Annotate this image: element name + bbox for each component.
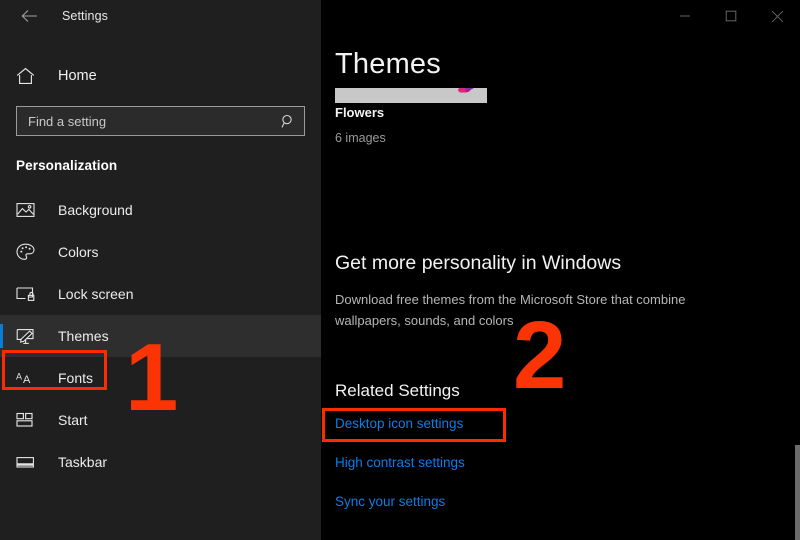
sidebar-item-background[interactable]: Background xyxy=(0,189,321,231)
minimize-icon[interactable] xyxy=(662,0,708,32)
picture-icon xyxy=(16,202,42,218)
window-controls xyxy=(662,0,800,32)
sidebar-item-home[interactable]: Home xyxy=(0,56,321,96)
sidebar-section-title: Personalization xyxy=(16,158,118,173)
search-input[interactable] xyxy=(28,113,281,129)
sidebar-item-label: Colors xyxy=(58,244,99,260)
themes-brush-icon xyxy=(16,328,42,345)
page-title: Themes xyxy=(335,48,441,80)
taskbar-icon xyxy=(16,455,42,470)
current-theme-count: 6 images xyxy=(335,131,386,145)
sidebar-item-lock-screen[interactable]: Lock screen xyxy=(0,273,321,315)
main-content: Themes Flowers 6 images Get more persona… xyxy=(321,0,800,540)
start-tiles-icon xyxy=(16,412,42,428)
flower-graphic xyxy=(458,88,474,93)
sidebar: Settings Home Personalization xyxy=(0,0,321,540)
maximize-icon[interactable] xyxy=(708,0,754,32)
sidebar-item-label: Fonts xyxy=(58,370,94,386)
home-icon xyxy=(16,67,42,85)
current-theme-name: Flowers xyxy=(335,105,385,120)
sidebar-item-themes[interactable]: Themes xyxy=(0,315,321,357)
sidebar-item-colors[interactable]: Colors xyxy=(0,231,321,273)
sidebar-item-label: Themes xyxy=(58,328,109,344)
svg-text:A: A xyxy=(23,374,31,386)
settings-window: Settings Home Personalization xyxy=(0,0,800,540)
sidebar-item-label: Taskbar xyxy=(58,454,108,470)
promo-body: Download free themes from the Microsoft … xyxy=(335,292,686,328)
palette-icon xyxy=(16,243,42,261)
fonts-aa-icon: A A xyxy=(16,370,42,387)
sidebar-nav-list: Background Colors Lock screen Themes A A… xyxy=(0,189,321,483)
scrollbar-thumb[interactable] xyxy=(795,445,800,540)
sidebar-item-start[interactable]: Start xyxy=(0,399,321,441)
sidebar-item-label: Background xyxy=(58,202,133,218)
lock-screen-icon xyxy=(16,286,42,302)
sidebar-item-home-label: Home xyxy=(58,68,97,84)
sidebar-item-label: Lock screen xyxy=(58,286,134,302)
sidebar-item-label: Start xyxy=(58,412,88,428)
title-bar: Settings xyxy=(0,0,321,32)
search-box[interactable] xyxy=(16,106,305,136)
search-icon[interactable] xyxy=(281,114,296,129)
current-theme-preview[interactable] xyxy=(335,88,487,103)
app-title: Settings xyxy=(62,9,108,23)
link-sync-your-settings[interactable]: Sync your settings xyxy=(335,494,445,509)
related-settings-heading: Related Settings xyxy=(335,381,460,400)
vertical-scrollbar[interactable] xyxy=(795,0,800,540)
sidebar-item-taskbar[interactable]: Taskbar xyxy=(0,441,321,483)
promo-heading: Get more personality in Windows xyxy=(335,252,622,274)
close-icon[interactable] xyxy=(754,0,800,32)
link-high-contrast-settings[interactable]: High contrast settings xyxy=(335,455,465,470)
link-desktop-icon-settings[interactable]: Desktop icon settings xyxy=(335,416,463,431)
sidebar-item-fonts[interactable]: A A Fonts xyxy=(0,357,321,399)
svg-text:A: A xyxy=(16,372,22,382)
back-arrow-icon[interactable] xyxy=(14,3,44,29)
